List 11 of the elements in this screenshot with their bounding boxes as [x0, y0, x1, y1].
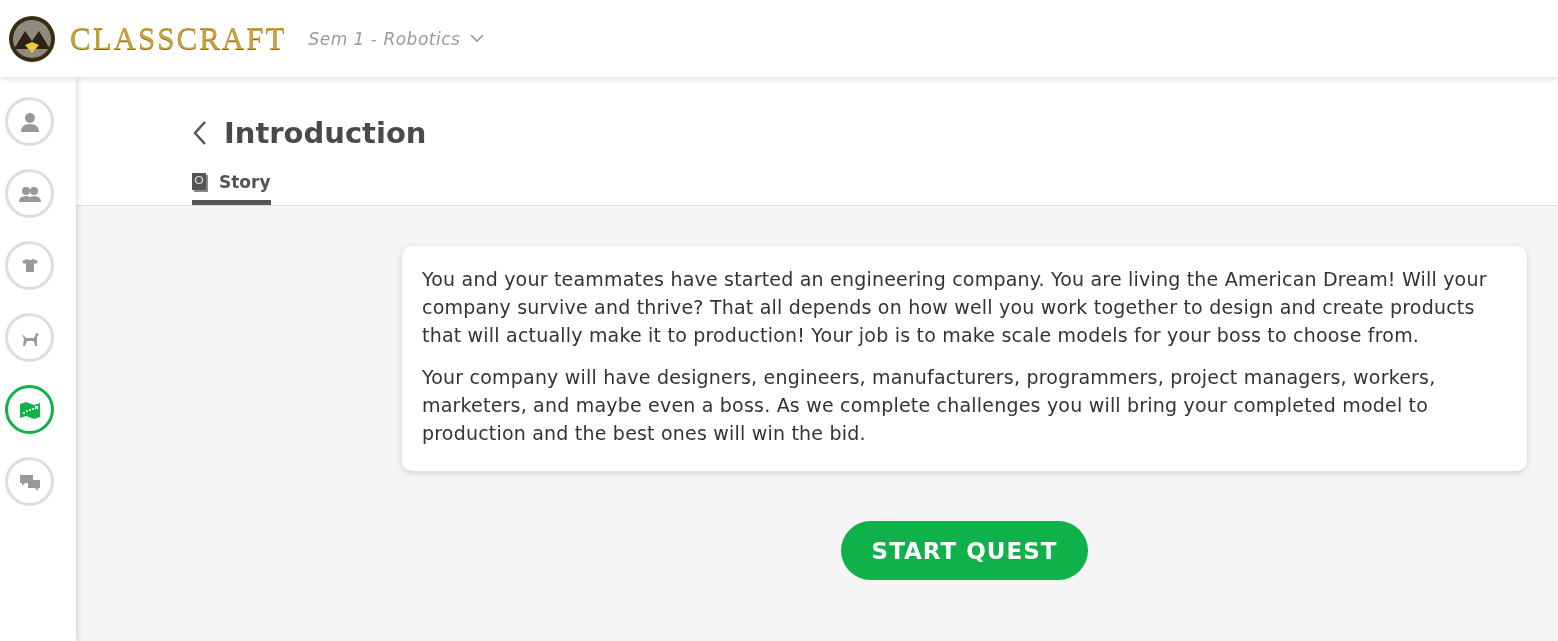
page-title: Introduction — [224, 116, 427, 150]
book-icon — [192, 172, 209, 192]
logo-icon — [8, 14, 56, 63]
back-button[interactable] — [192, 120, 208, 146]
chevron-down-icon — [470, 34, 485, 43]
story-paragraph: Your company will have designers, engineers, manufacturers, programmers, project managers, workers, marketers, and maybe even a boss. As we complete challenges you will bring your completed model to production and the best ones will win the bid. — [422, 365, 1437, 446]
sidebar-item[interactable] — [5, 385, 54, 434]
class-selector[interactable]: Sem 1 - Robotics — [308, 28, 485, 49]
story-paragraph: You and your teammates have started an engineering company. You are living the American Dream! Will your company survive and thrive? That all depends on how well you work together to design and create products that will actually make it to production! Your job is to make scale models for your boss to choose from. — [422, 267, 1488, 348]
start-quest-button[interactable]: START QUEST — [841, 521, 1088, 580]
logo-text: CLASSCRAFT — [70, 20, 287, 57]
